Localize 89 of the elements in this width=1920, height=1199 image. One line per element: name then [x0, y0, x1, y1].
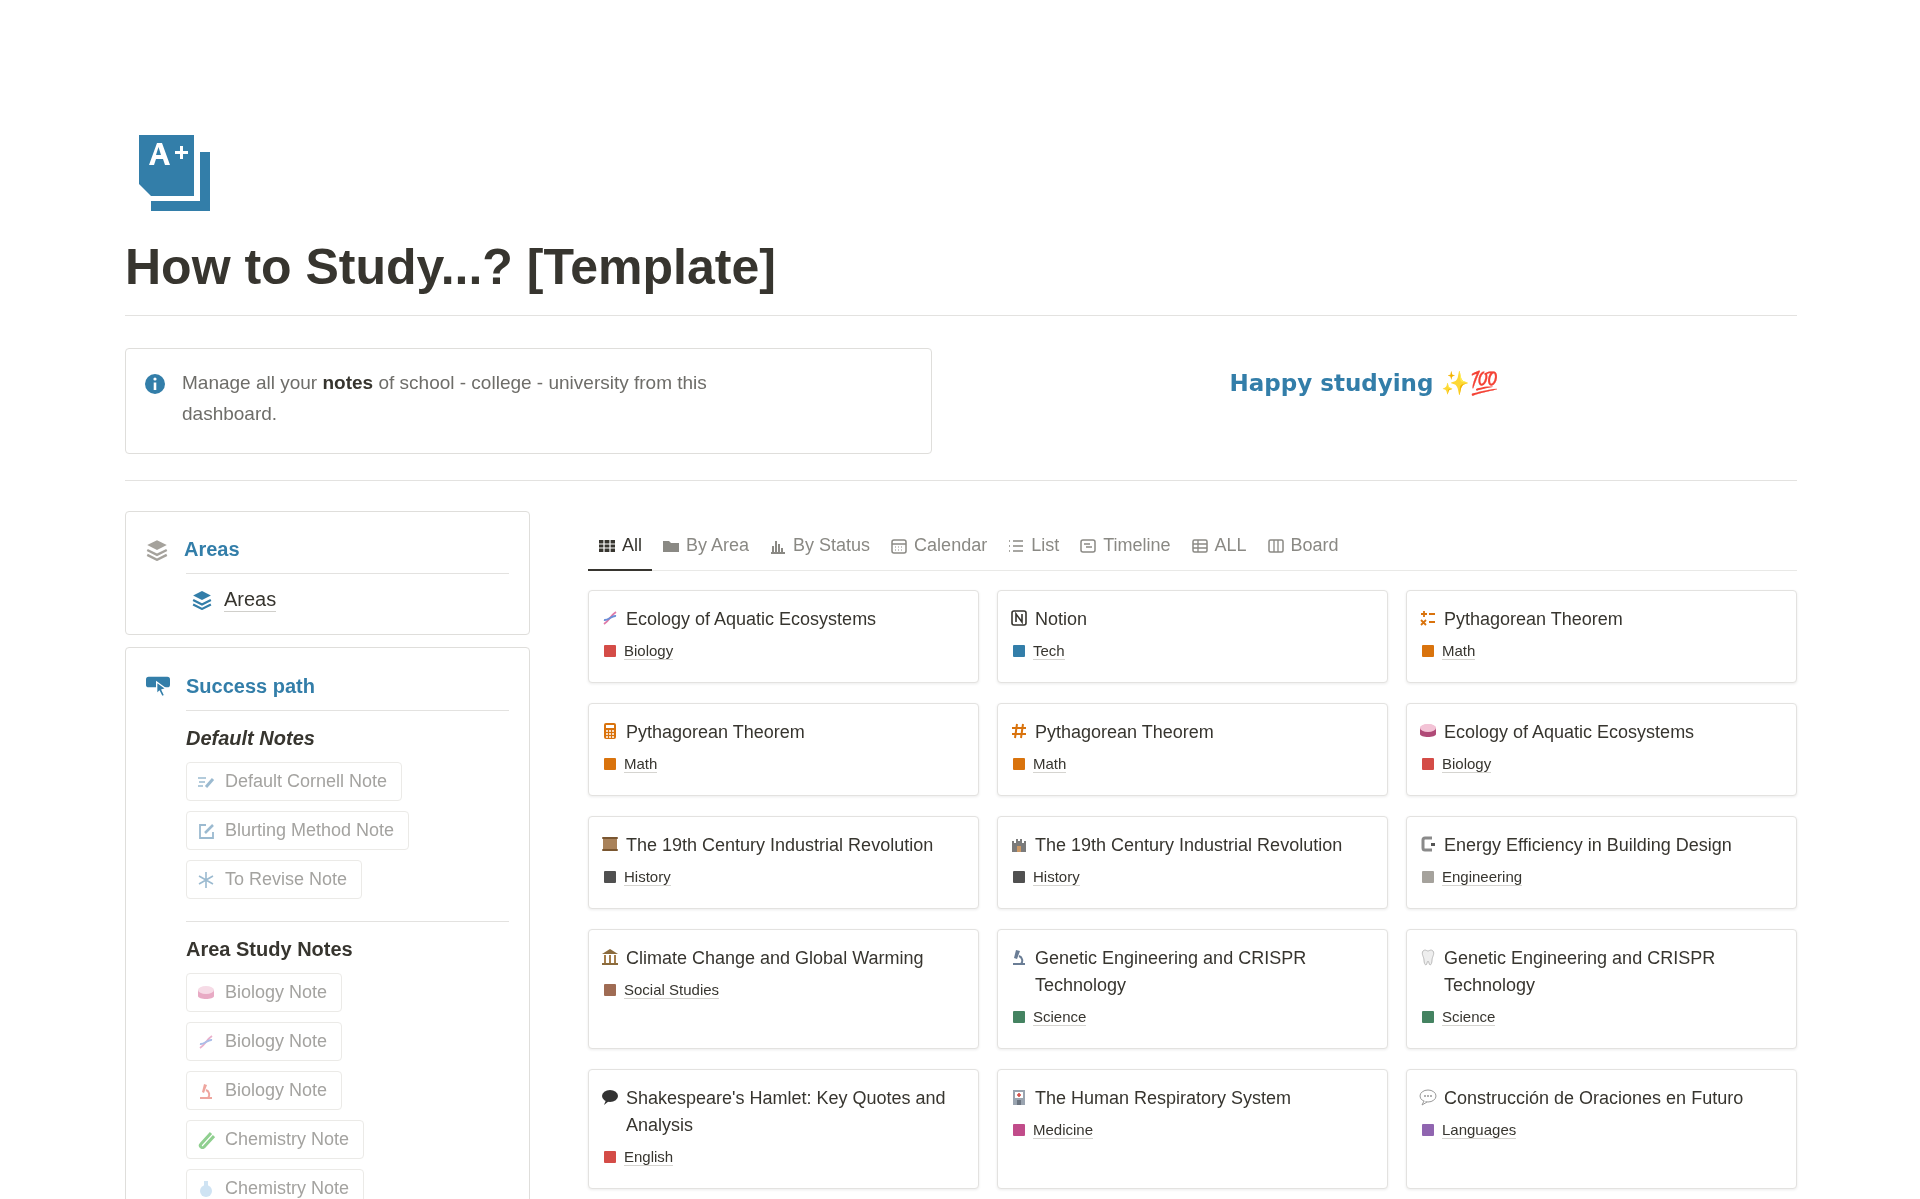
card-title: Notion — [1035, 608, 1088, 631]
card-title: Shakespeare's Hamlet: Key Quotes and Analysis — [626, 1087, 947, 1137]
view-tab[interactable]: By Area — [652, 523, 760, 571]
calculator-icon — [601, 722, 619, 740]
view-tab[interactable]: All — [588, 523, 652, 571]
view-tab[interactable]: Calendar — [880, 523, 998, 571]
card-title: Ecology of Aquatic Ecosystems — [1444, 721, 1695, 744]
card-title: Pythagorean Theorem — [1444, 608, 1623, 631]
note-card[interactable]: The 19th Century Industrial Revolution History — [588, 816, 979, 909]
note-card[interactable]: Genetic Engineering and CRISPR Technology Science — [997, 929, 1388, 1049]
card-title: Construcción de Oraciones en Futuro — [1444, 1087, 1744, 1110]
note-card[interactable]: Pythagorean Theorem Math — [588, 703, 979, 796]
snowflake-icon — [197, 870, 215, 889]
card-title: Climate Change and Global Warming — [626, 947, 924, 970]
document-icon — [139, 135, 210, 211]
view-tab[interactable]: Board — [1256, 523, 1349, 571]
columns-icon — [1266, 536, 1285, 555]
area-tag: Math — [1442, 642, 1476, 660]
note-card[interactable]: Ecology of Aquatic Ecosystems Biology — [1406, 703, 1797, 796]
area-tag: History — [624, 868, 671, 886]
card-title: The 19th Century Industrial Revolution — [1035, 834, 1343, 857]
dish-icon — [1419, 722, 1437, 740]
dish-icon — [197, 983, 215, 1002]
note-card[interactable]: The 19th Century Industrial Revolution History — [997, 816, 1388, 909]
area-tag: Science — [1033, 1008, 1087, 1026]
area-tag: Languages — [1442, 1121, 1517, 1139]
info-icon — [144, 373, 166, 395]
area-tag: Math — [624, 755, 658, 773]
note-card[interactable]: Construcción de Oraciones en Futuro Languages — [1406, 1069, 1797, 1189]
area-tag: Medicine — [1033, 1121, 1094, 1139]
hospital-icon — [1010, 1088, 1028, 1106]
test-tube-icon — [197, 1130, 215, 1149]
card-title: Genetic Engineering and CRISPR Technology — [1444, 947, 1717, 997]
callout-text: Manage all your notes of school - college - university from this dashboard. — [182, 371, 708, 426]
area-tag: Science — [1442, 1008, 1496, 1026]
math-symbols-icon — [1419, 609, 1437, 627]
area-tag: Social Studies — [624, 981, 720, 999]
panel-title: Success path — [186, 674, 315, 698]
area-tag: History — [1033, 868, 1080, 886]
view-tab[interactable]: By Status — [759, 523, 881, 571]
edit-icon — [197, 821, 215, 840]
area-tag: English — [624, 1148, 674, 1166]
speech-bubble-icon — [601, 1088, 619, 1106]
layers-icon — [192, 590, 212, 610]
note-card[interactable]: Pythagorean Theorem Math — [997, 703, 1388, 796]
building-icon — [601, 948, 619, 966]
card-title: The 19th Century Industrial Revolution — [626, 834, 934, 857]
timeline-icon — [1079, 536, 1098, 555]
speech-bubble-icon — [1419, 1088, 1437, 1106]
clamp-icon — [1419, 835, 1437, 853]
microscope-icon — [1010, 948, 1028, 966]
hash-icon — [1010, 722, 1028, 740]
area-tag: Math — [1033, 755, 1067, 773]
view-tab[interactable]: Timeline — [1069, 523, 1181, 571]
note-card[interactable]: Notion Tech — [997, 590, 1388, 683]
area-tag: Biology — [624, 642, 674, 660]
note-card[interactable]: Energy Efficiency in Building Design Engineering — [1406, 816, 1797, 909]
calendar-icon — [890, 536, 909, 555]
card-title: Pythagorean Theorem — [1035, 721, 1214, 744]
note-card[interactable]: Shakespeare's Hamlet: Key Quotes and Analysis English — [588, 1069, 979, 1189]
tagline: Happy studying ✨💯 — [1229, 370, 1500, 397]
area-tag: Tech — [1033, 642, 1065, 660]
section-heading: Default Notes — [186, 727, 316, 750]
note-card[interactable]: Pythagorean Theorem Math — [1406, 590, 1797, 683]
microscope-icon — [197, 1081, 215, 1100]
card-title: Energy Efficiency in Building Design — [1444, 834, 1732, 857]
table-icon — [1190, 536, 1209, 555]
note-card[interactable]: The Human Respiratory System Medicine — [997, 1069, 1388, 1189]
pointer-icon — [146, 674, 170, 698]
note-card[interactable]: Climate Change and Global Warming Social Studies — [588, 929, 979, 1049]
panel-title: Areas — [184, 538, 240, 561]
note-card[interactable]: Ecology of Aquatic Ecosystems Biology — [588, 590, 979, 683]
card-title: Pythagorean Theorem — [626, 721, 805, 744]
layers-icon — [146, 538, 168, 561]
view-tab[interactable]: ALL — [1180, 523, 1257, 571]
areas-link[interactable]: Areas — [186, 588, 509, 612]
flask-icon — [197, 1179, 215, 1198]
tooth-icon — [1419, 948, 1437, 966]
area-tag: Biology — [1442, 755, 1492, 773]
note-card[interactable]: Genetic Engineering and CRISPR Technology Science — [1406, 929, 1797, 1049]
scroll-icon — [601, 835, 619, 853]
card-title: Genetic Engineering and CRISPR Technology — [1035, 947, 1308, 997]
page-title: How to Study...? [Template] — [125, 238, 777, 297]
section-heading: Area Study Notes — [186, 938, 354, 961]
card-title: Ecology of Aquatic Ecosystems — [626, 608, 877, 631]
card-title: The Human Respiratory System — [1035, 1087, 1292, 1110]
box-icon — [1010, 609, 1028, 627]
area-tag: Engineering — [1442, 868, 1523, 886]
view-tab[interactable]: List — [997, 523, 1070, 571]
